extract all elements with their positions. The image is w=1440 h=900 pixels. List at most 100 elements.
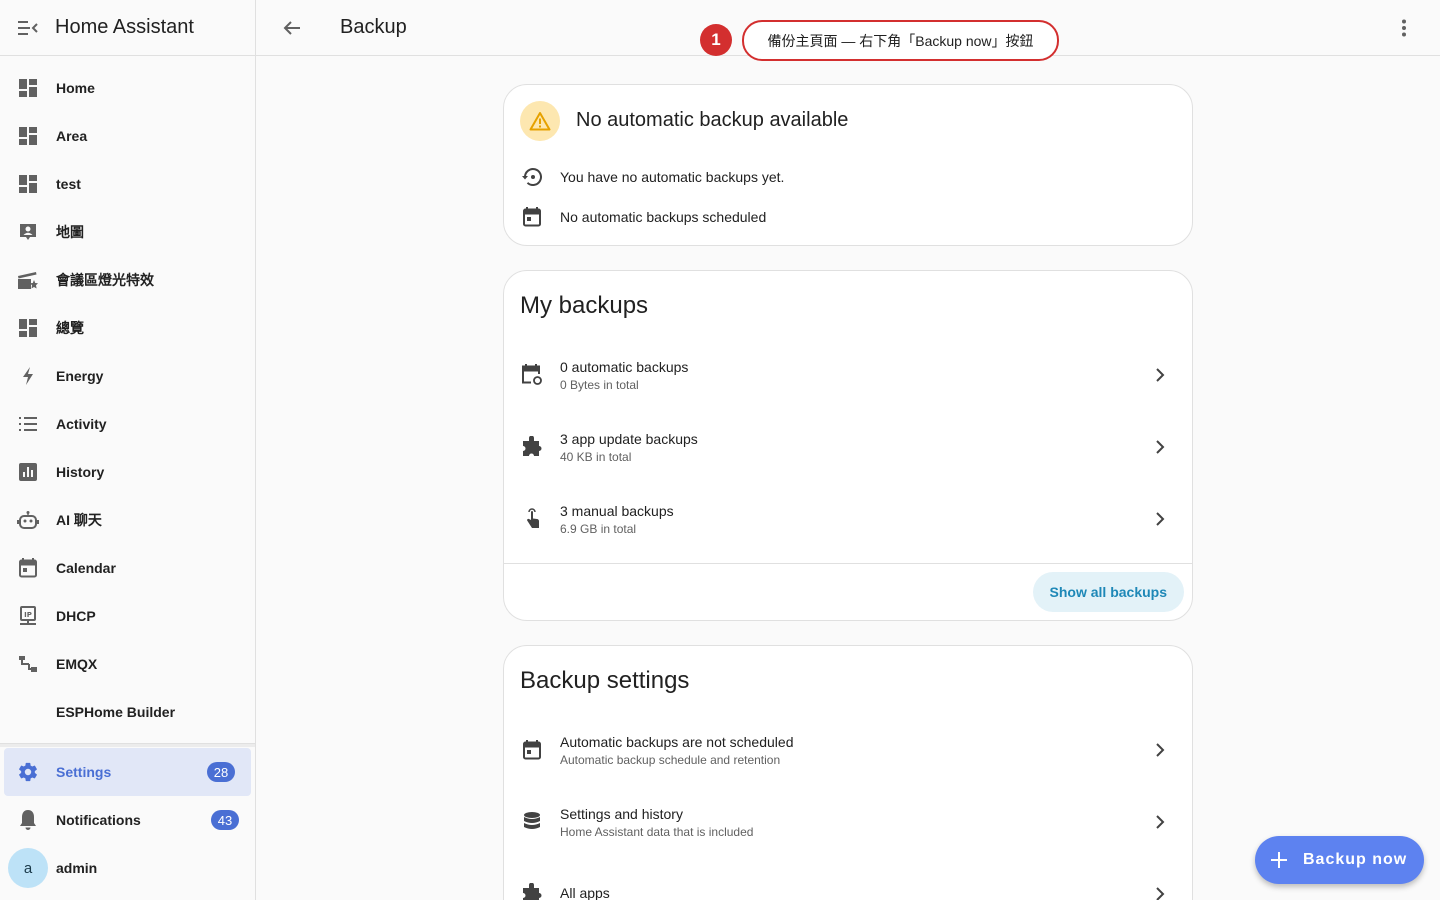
sidebar-bottom: Settings 28 Notifications 43 a admin [0, 748, 255, 892]
chevron-right-icon [1148, 507, 1172, 531]
list-item-primary: Automatic backups are not scheduled [560, 733, 794, 750]
list-item-automatic-schedule[interactable]: Automatic backups are not scheduled Auto… [504, 714, 1192, 786]
sidebar-item-label: ESPHome Builder [56, 704, 176, 720]
list-item-texts: Settings and history Home Assistant data… [560, 806, 753, 839]
list-item-texts: All apps [560, 885, 610, 900]
sidebar-item-label: Notifications [56, 812, 141, 828]
sidebar-header: Home Assistant [0, 0, 255, 56]
sidebar-item-ai-chat[interactable]: AI 聊天 [0, 496, 255, 544]
chevron-right-icon [1148, 363, 1172, 387]
sidebar-item-label: AI 聊天 [56, 512, 102, 528]
sitemap-icon [16, 652, 40, 676]
status-text: You have no automatic backups yet. [560, 169, 785, 185]
chevron-right-icon [1148, 738, 1172, 762]
sidebar-item-esphome-builder[interactable]: ESPHome Builder [0, 688, 255, 736]
list-item-texts: 0 automatic backups 0 Bytes in total [560, 359, 688, 392]
app-title: Home Assistant [55, 16, 194, 38]
format-list-bulleted-icon [16, 412, 40, 436]
map-account-icon [16, 220, 40, 244]
sidebar-item-history[interactable]: History [0, 448, 255, 496]
back-arrow-icon[interactable] [280, 16, 304, 40]
list-item-manual-backups[interactable]: 3 manual backups 6.9 GB in total [504, 483, 1192, 555]
sidebar-item-label: History [56, 464, 105, 480]
movie-open-star-icon [16, 268, 40, 292]
page-title: Backup [340, 16, 407, 38]
sidebar-item-emqx[interactable]: EMQX [0, 640, 255, 688]
status-row-no-schedule: No automatic backups scheduled [520, 205, 766, 229]
gear-icon [16, 760, 40, 784]
backup-now-label: Backup now [1303, 851, 1408, 868]
sidebar-item-activity[interactable]: Activity [0, 400, 255, 448]
list-item-secondary: Home Assistant data that is included [560, 824, 754, 839]
bell-icon [16, 808, 40, 832]
chevron-right-icon [1148, 435, 1172, 459]
sidebar-item-label: admin [56, 860, 98, 876]
sidebar-item-notifications[interactable]: Notifications 43 [0, 796, 255, 844]
esphome-icon [16, 700, 40, 724]
sidebar-item-settings[interactable]: Settings 28 [4, 748, 251, 796]
backup-settings-card: Backup settings Automatic backups are no… [503, 645, 1193, 900]
sidebar-item-test[interactable]: test [0, 160, 255, 208]
list-item-settings-history[interactable]: Settings and history Home Assistant data… [504, 786, 1192, 858]
sidebar-item-home[interactable]: Home [0, 64, 255, 112]
card-divider [504, 563, 1192, 564]
list-item-secondary: Automatic backup schedule and retention [560, 752, 781, 767]
sidebar-item-dhcp[interactable]: IP DHCP [0, 592, 255, 640]
status-headline: No automatic backup available [576, 109, 849, 131]
list-item-primary: 3 app update backups [560, 430, 698, 447]
calendar-sync-icon [520, 363, 544, 387]
sidebar: Home Assistant Home Area test 地圖 會議區燈光特效… [0, 0, 256, 900]
list-item-secondary: 40 KB in total [560, 449, 632, 464]
status-row-no-backups: You have no automatic backups yet. [520, 165, 784, 189]
gesture-tap-icon [520, 507, 544, 531]
history-icon [520, 165, 544, 189]
list-item-primary: All apps [560, 884, 610, 900]
sidebar-item-calendar[interactable]: Calendar [0, 544, 255, 592]
sidebar-item-label: test [56, 176, 81, 192]
sidebar-item-map[interactable]: 地圖 [0, 208, 255, 256]
calendar-icon [16, 556, 40, 580]
settings-badge: 28 [207, 762, 235, 782]
list-item-all-apps[interactable]: All apps [504, 858, 1192, 900]
sidebar-item-overview[interactable]: 總覽 [0, 304, 255, 352]
sidebar-nav: Home Area test 地圖 會議區燈光特效 總覽 Energy Acti… [0, 56, 255, 736]
sidebar-item-label: 地圖 [56, 224, 84, 240]
list-item-secondary: 0 Bytes in total [560, 377, 639, 392]
warning-icon [520, 101, 560, 141]
list-item-app-update-backups[interactable]: 3 app update backups 40 KB in total [504, 411, 1192, 483]
my-backups-card: My backups 0 automatic backups 0 Bytes i… [503, 270, 1193, 621]
sidebar-item-lighting-effects[interactable]: 會議區燈光特效 [0, 256, 255, 304]
sidebar-item-label: Settings [56, 764, 112, 780]
puzzle-icon [520, 882, 544, 900]
ip-network-icon: IP [16, 604, 40, 628]
puzzle-icon [520, 435, 544, 459]
sidebar-item-energy[interactable]: Energy [0, 352, 255, 400]
sidebar-item-area[interactable]: Area [0, 112, 255, 160]
sidebar-item-label: DHCP [56, 608, 96, 624]
show-all-backups-button[interactable]: Show all backups [1032, 572, 1184, 612]
list-item-secondary: 6.9 GB in total [560, 521, 637, 536]
list-item-primary: 3 manual backups [560, 502, 674, 519]
sidebar-item-label: Area [56, 128, 88, 144]
more-vertical-icon[interactable] [1392, 16, 1416, 40]
menu-collapse-icon[interactable] [16, 16, 40, 40]
list-item-primary: 0 automatic backups [560, 358, 689, 375]
database-icon [520, 810, 544, 834]
lightning-bolt-icon [16, 364, 40, 388]
sidebar-item-label: Energy [56, 368, 104, 384]
backup-now-button[interactable]: Backup now [1255, 836, 1424, 884]
sidebar-item-label: 會議區燈光特效 [56, 272, 154, 288]
sidebar-item-user[interactable]: a admin [0, 844, 255, 892]
card-title: My backups [520, 292, 649, 319]
list-item-texts: 3 manual backups 6.9 GB in total [560, 503, 674, 536]
sidebar-item-label: EMQX [56, 656, 98, 672]
annotation-callout: 備份主頁面 — 右下角「Backup now」按鈕 [742, 20, 1059, 61]
dashboard-icon [16, 172, 40, 196]
sidebar-item-label: Calendar [56, 560, 116, 576]
sidebar-item-label: Home [56, 80, 95, 96]
list-item-automatic-backups[interactable]: 0 automatic backups 0 Bytes in total [504, 339, 1192, 411]
robot-icon [16, 508, 40, 532]
dashboard-icon [16, 76, 40, 100]
chart-box-icon [16, 460, 40, 484]
list-item-texts: Automatic backups are not scheduled Auto… [560, 734, 793, 767]
